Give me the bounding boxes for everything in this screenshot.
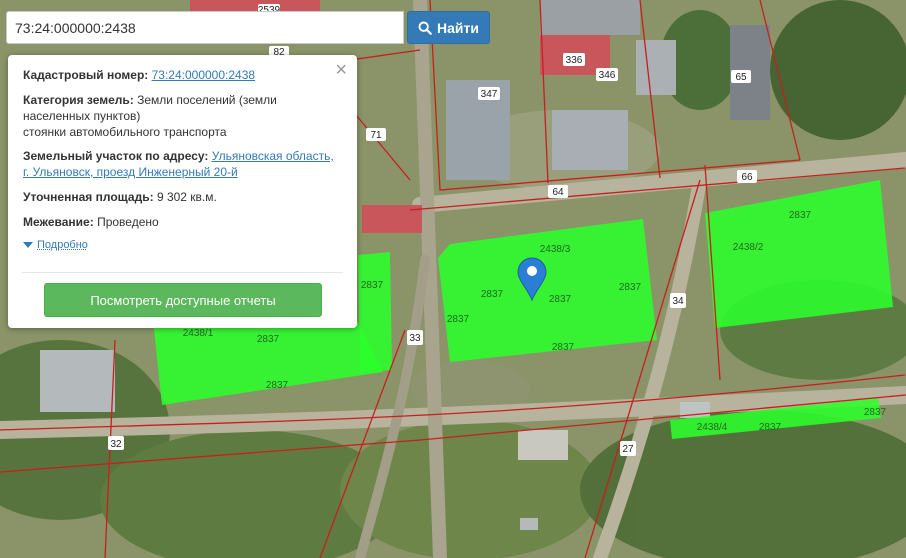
cadastral-number-row: Кадастровый номер: 73:24:000000:2438 — [23, 67, 343, 83]
map-label: 66 — [737, 170, 757, 183]
map-label: 2837 — [619, 282, 642, 293]
map-label: 2837 — [361, 280, 384, 291]
map-label: 2837 — [549, 294, 572, 305]
map-label: 2438/1 — [183, 328, 214, 339]
map-label: 27 — [620, 441, 636, 456]
svg-text:64: 64 — [552, 187, 564, 198]
search-button[interactable]: Найти — [407, 11, 490, 44]
address-link[interactable]: г. Ульяновск, проезд Инженерный 20-й — [23, 165, 238, 179]
land-category-value: Земли поселений (земли — [137, 93, 277, 107]
land-category-label: Категория земель: — [23, 93, 134, 107]
map-label: 2438/4 — [697, 422, 728, 433]
svg-text:66: 66 — [741, 172, 753, 183]
map-label: 2438/3 — [540, 244, 571, 255]
address-link[interactable]: Ульяновская область, — [212, 149, 334, 163]
map-label: 65 — [731, 70, 751, 83]
map-label: 347 — [478, 87, 500, 100]
land-category-value: населенных пунктов) — [23, 109, 141, 123]
map-label: 33 — [407, 330, 423, 345]
land-category-row: Категория земель: Земли поселений (земли… — [23, 92, 343, 140]
land-category-value: стоянки автомобильного транспорта — [23, 125, 227, 139]
parcel-east-strip — [358, 252, 392, 372]
survey-row: Межевание: Проведено — [23, 214, 343, 230]
map-label: 2837 — [759, 422, 782, 433]
area-value: 9 302 кв.м. — [156, 190, 217, 204]
search-button-label: Найти — [437, 19, 479, 36]
svg-text:27: 27 — [622, 444, 634, 455]
svg-text:65: 65 — [735, 72, 747, 83]
map-label: 32 — [108, 436, 124, 450]
map-label: 2837 — [481, 289, 504, 300]
search-icon — [418, 21, 432, 35]
address-row: Земельный участок по адресу: Ульяновская… — [23, 148, 343, 180]
map-label: 2837 — [257, 334, 280, 345]
details-label: Подробно — [37, 239, 88, 251]
svg-text:346: 346 — [599, 70, 616, 81]
map-label: 64 — [548, 185, 568, 198]
map-label: 2438/2 — [733, 242, 764, 253]
map-label: 2837 — [266, 380, 289, 391]
cadastral-number-label: Кадастровый номер: — [23, 68, 149, 82]
details-toggle[interactable]: Подробно — [23, 239, 343, 251]
area-row: Уточненная площадь: 9 302 кв.м. — [23, 189, 343, 205]
close-icon[interactable]: × — [335, 60, 347, 80]
svg-text:33: 33 — [409, 333, 421, 344]
survey-label: Межевание: — [23, 215, 94, 229]
map-label: 2837 — [864, 407, 887, 418]
address-label: Земельный участок по адресу: — [23, 149, 209, 163]
parcel-info-popup: × Кадастровый номер: 73:24:000000:2438 К… — [8, 55, 357, 328]
map-label: 71 — [366, 128, 386, 141]
svg-text:71: 71 — [370, 130, 382, 141]
svg-text:347: 347 — [481, 89, 498, 100]
map-label: 2837 — [552, 342, 575, 353]
svg-text:336: 336 — [566, 55, 583, 66]
area-label: Уточненная площадь: — [23, 190, 154, 204]
svg-text:32: 32 — [110, 439, 122, 450]
map-label: 346 — [596, 68, 618, 81]
caret-down-icon — [23, 242, 33, 248]
map-label: 2837 — [447, 314, 470, 325]
survey-value: Проведено — [97, 215, 159, 229]
map-label: 2837 — [789, 210, 812, 221]
map-label: 34 — [670, 293, 686, 308]
map-label: 336 — [563, 53, 585, 66]
view-reports-button[interactable]: Посмотреть доступные отчеты — [44, 283, 322, 317]
cadastral-number-link[interactable]: 73:24:000000:2438 — [152, 68, 255, 82]
svg-text:34: 34 — [672, 296, 684, 307]
search-input[interactable] — [6, 11, 404, 44]
divider — [22, 272, 343, 273]
